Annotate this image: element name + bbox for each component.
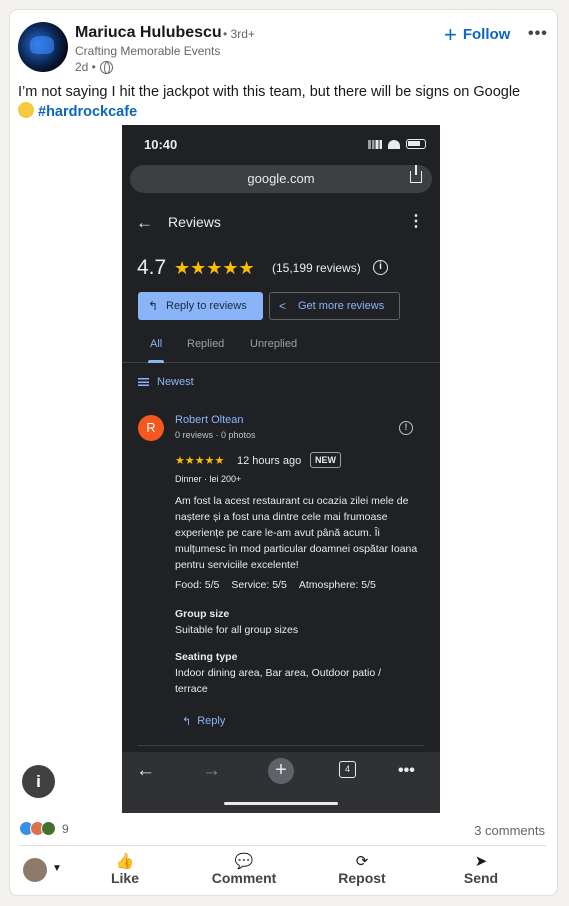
current-user-avatar[interactable] [23,858,47,882]
reply-arrow-icon: ↰ [182,716,192,728]
send-icon: ➤ [474,853,488,870]
more-options-icon[interactable]: ••• [528,25,548,43]
new-badge: NEW [310,452,341,468]
url-text: google.com [247,171,315,186]
tab-all: All [150,338,163,350]
rating-stars: ★★★★★ [174,258,255,278]
info-icon: i [373,260,388,275]
battery-icon [406,139,426,149]
active-tab-indicator [148,360,164,363]
chevron-down-icon[interactable]: ▼ [52,863,62,874]
send-label: Send [463,870,499,886]
comment-label: Comment [211,870,277,886]
globe-icon [99,60,113,74]
nav-back-icon: ← [136,760,155,781]
author-name[interactable]: Mariuca Hulubescu [75,24,222,42]
tab-unreplied: Unreplied [250,338,298,350]
plus-icon: + [444,21,457,47]
home-indicator [224,802,338,805]
repost-label: Repost [338,870,386,886]
connection-degree: • 3rd+ [223,27,255,41]
hashtag-link[interactable]: #hardrockcafe [38,104,137,120]
review-tabs: All Replied Unreplied [122,331,440,363]
nav-forward-icon: → [202,760,221,781]
reviewer-stats: 0 reviews · 0 photos [175,430,256,440]
status-time: 10:40 [144,137,178,152]
review-count: (15,199 reviews) [272,261,361,275]
review-body: Am fost la acest restaurant cu ocazia zi… [175,495,418,571]
tab-count: 4 [339,761,356,778]
review-reply-label: Reply [197,715,226,727]
share-nodes-icon: < [279,299,287,313]
repost-icon: ⟳ [355,853,369,870]
share-icon [410,165,422,183]
status-icons [368,139,426,149]
reactions-summary[interactable]: 9 [19,821,69,836]
image-info-icon[interactable]: i [22,765,55,798]
get-more-reviews-button: < Get more reviews [269,292,400,320]
wink-emoji-icon [18,102,34,118]
review-scores: Food: 5/5 Service: 5/5 Atmosphere: 5/5 [175,579,376,591]
nav-more-icon: ••• [398,762,415,779]
back-arrow-icon: ← [136,213,153,232]
post-body: I’m not saying I hit the jackpot with th… [18,84,521,100]
author-headline: Crafting Memorable Events [75,44,221,58]
reviews-title: Reviews [168,214,221,230]
rating-value: 4.7 [137,256,167,279]
like-button[interactable]: 👍 Like [80,852,170,888]
service-score: Service: 5/5 [231,579,287,591]
group-size-value: Suitable for all group sizes [175,624,299,636]
review-reply-link: ↰ Reply [182,715,225,728]
attached-screenshot[interactable]: 10:40 google.com ← Reviews ⋮ 4.7 ★★★★★ (… [122,125,440,813]
repost-button[interactable]: ⟳ Repost [317,852,407,888]
post-meta: 2d • [75,60,113,74]
get-more-reviews-label: Get more reviews [298,300,385,312]
follow-button[interactable]: + Follow [444,21,511,47]
seating-label: Seating type [175,651,238,663]
food-score: Food: 5/5 [175,579,220,591]
divider [138,745,424,746]
group-size-label: Group size [175,608,230,620]
review-stars: ★★★★★ [175,455,225,467]
like-label: Like [110,870,139,886]
kebab-menu-icon: ⋮ [408,213,424,230]
url-bar: google.com [130,165,432,193]
review-meal-info: Dinner · lei 200+ [175,474,242,484]
reply-to-reviews-label: Reply to reviews [166,300,247,312]
post-text: I’m not saying I hit the jackpot with th… [18,83,538,122]
divider [19,845,546,846]
reply-icon: ↰ [148,299,159,313]
wifi-icon [388,139,400,149]
comment-button[interactable]: 💬 Comment [199,852,289,888]
author-avatar[interactable] [18,22,68,72]
review-time: 12 hours ago [237,455,302,467]
signal-icon [368,139,382,149]
new-tab-icon: + [268,758,294,784]
seating-value: Indoor dining area, Bar area, Outdoor pa… [175,667,382,695]
post-time: 2d • [75,60,96,74]
comments-count[interactable]: 3 comments [474,823,545,838]
comment-icon: 💬 [234,853,254,870]
follow-label: Follow [462,26,511,43]
report-icon: ! [399,421,413,435]
support-reaction-icon [41,821,56,836]
reaction-count: 9 [62,821,69,836]
reviewer-name: Robert Oltean [175,414,244,426]
tab-replied: Replied [187,338,225,350]
sort-icon [138,378,149,386]
send-button[interactable]: ➤ Send [436,852,526,888]
reviews-header: ← Reviews ⋮ [122,205,440,241]
reply-to-reviews-button: ↰ Reply to reviews [138,292,263,320]
reviewer-avatar: R [138,415,164,441]
sort-control: Newest [138,376,194,388]
thumbs-up-icon: 👍 [115,853,135,870]
atmosphere-score: Atmosphere: 5/5 [298,579,376,591]
sort-label: Newest [157,376,194,388]
